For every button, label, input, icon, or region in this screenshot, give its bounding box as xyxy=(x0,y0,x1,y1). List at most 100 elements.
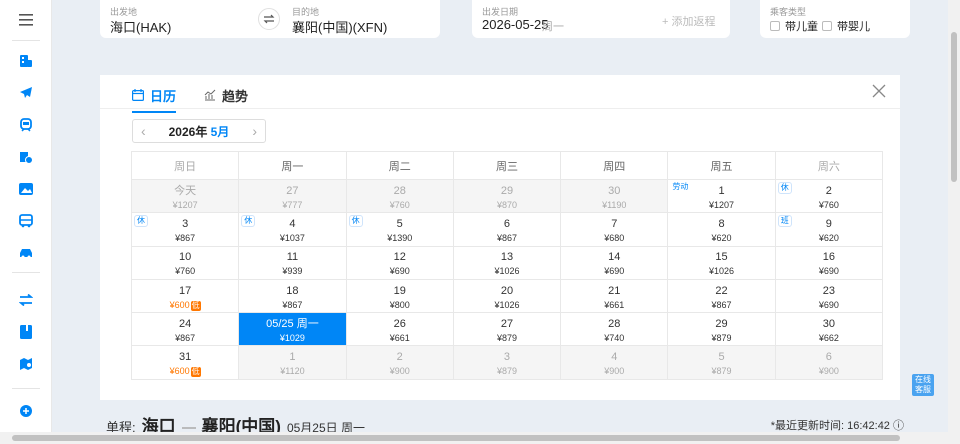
tab-calendar[interactable]: 日历 xyxy=(132,84,177,113)
hotel-icon[interactable] xyxy=(18,53,34,69)
weekday-sat: 周六 xyxy=(774,151,884,180)
vertical-scrollbar[interactable] xyxy=(948,0,960,444)
calendar-day-cell[interactable]: 26 ¥661 xyxy=(345,312,454,347)
day-price: ¥900 xyxy=(776,365,882,377)
calendar-day-cell[interactable]: 17 ¥600 低 xyxy=(130,278,240,314)
tab-trend[interactable]: 趋势 xyxy=(204,84,248,106)
last-update: *最近更新时间: 16:42:42 ⓘ xyxy=(771,417,904,433)
calendar-day-cell[interactable]: 27 ¥879 xyxy=(452,312,562,347)
car-icon[interactable] xyxy=(18,245,34,261)
swap-icon[interactable] xyxy=(258,8,280,30)
date-card[interactable]: 出发日期 2026-05-25 周一 + 添加返程 xyxy=(472,0,730,38)
calendar-day-cell[interactable]: 20 ¥1026 xyxy=(452,278,562,314)
holiday-badge: 休 xyxy=(134,215,148,228)
price-value: ¥662 xyxy=(818,332,839,343)
day-number: 05/25 周一 xyxy=(266,317,319,330)
route-card[interactable]: 出发地 海口(HAK) 目的地 襄阳(中国)(XFN) xyxy=(100,0,440,38)
scrollbar-thumb[interactable] xyxy=(12,435,900,441)
customer-service-button[interactable]: 在线客服 xyxy=(912,374,934,396)
close-icon[interactable] xyxy=(870,82,888,100)
calendar-day-cell[interactable]: 11 ¥939 xyxy=(238,245,347,280)
transfer-icon[interactable] xyxy=(18,292,34,308)
calendar-day-cell[interactable]: 6 ¥900 xyxy=(774,345,884,380)
calendar-day-cell[interactable]: 5 ¥879 xyxy=(667,345,776,380)
calendar-day-cell[interactable]: 18 ¥867 xyxy=(238,278,347,314)
weekday-wed: 周三 xyxy=(452,151,562,180)
calendar-day-cell[interactable]: 22 ¥867 xyxy=(667,278,776,314)
calendar-day-cell[interactable]: 30 ¥662 xyxy=(774,312,884,347)
train-icon[interactable] xyxy=(18,117,34,133)
calendar-day-cell[interactable]: 10 ¥760 xyxy=(130,245,240,280)
menu-icon[interactable] xyxy=(18,12,34,28)
photo-icon[interactable] xyxy=(18,181,34,197)
flight-icon[interactable] xyxy=(18,85,34,101)
calendar-day-cell[interactable]: 7 ¥680 xyxy=(560,212,669,247)
calendar-day-cell[interactable]: 休 2 ¥760 xyxy=(774,178,884,214)
prev-month-icon[interactable]: ‹ xyxy=(141,123,146,139)
calendar-day-cell[interactable]: 21 ¥661 xyxy=(560,278,669,314)
child-checkbox[interactable]: 带儿童 xyxy=(770,18,818,34)
calendar-day-cell[interactable]: 今天 ¥1207 xyxy=(130,178,240,214)
next-month-icon[interactable]: › xyxy=(252,123,257,139)
calendar-day-cell[interactable]: 30 ¥1190 xyxy=(560,178,669,214)
calendar-day-cell[interactable]: 28 ¥760 xyxy=(345,178,454,214)
calendar-day-cell[interactable]: 12 ¥690 xyxy=(345,245,454,280)
weekday-sun: 周日 xyxy=(130,151,240,180)
price-value: ¥740 xyxy=(604,332,625,343)
guide-icon[interactable] xyxy=(18,324,34,340)
scrollbar-thumb[interactable] xyxy=(951,32,957,182)
calendar-day-cell[interactable]: 6 ¥867 xyxy=(452,212,562,247)
price-value: ¥1207 xyxy=(172,199,198,210)
horizontal-scrollbar[interactable] xyxy=(0,432,948,444)
calendar-day-cell[interactable]: 班 9 ¥620 xyxy=(774,212,884,247)
calendar-day-cell[interactable]: 29 ¥879 xyxy=(667,312,776,347)
calendar-day-cell[interactable]: 24 ¥867 xyxy=(130,312,240,347)
to-field[interactable]: 襄阳(中国)(XFN) xyxy=(292,17,387,36)
ticket-icon[interactable] xyxy=(18,149,34,165)
calendar-week-row: 24 ¥867 05/25 周一 ¥1029 26 ¥661 27 ¥879 28 ¥740 29 ¥… xyxy=(130,312,884,347)
calendar-day-cell[interactable]: 13 ¥1026 xyxy=(452,245,562,280)
calendar-day-cell[interactable]: 16 ¥690 xyxy=(774,245,884,280)
calendar-day-cell[interactable]: 28 ¥740 xyxy=(560,312,669,347)
add-return-button[interactable]: + 添加返程 xyxy=(662,13,715,29)
calendar-day-cell[interactable]: 23 ¥690 xyxy=(774,278,884,314)
calendar-day-cell[interactable]: 27 ¥777 xyxy=(238,178,347,214)
calendar-day-cell[interactable]: 休 3 ¥867 xyxy=(130,212,240,247)
calendar-day-cell[interactable]: 1 ¥1120 xyxy=(238,345,347,380)
price-value: ¥661 xyxy=(389,332,410,343)
calendar-day-cell[interactable]: 休 5 ¥1390 xyxy=(345,212,454,247)
price-value: ¥867 xyxy=(175,332,196,343)
calendar-day-cell[interactable]: 31 ¥600 低 xyxy=(130,345,240,380)
calendar-day-cell[interactable]: 19 ¥800 xyxy=(345,278,454,314)
departure-date-field[interactable]: 2026-05-25 xyxy=(482,17,549,32)
price-value: ¥661 xyxy=(604,299,625,310)
day-number: 29 xyxy=(715,317,728,330)
calendar-day-cell[interactable]: 4 ¥900 xyxy=(560,345,669,380)
calendar-day-cell[interactable]: 休 4 ¥1037 xyxy=(238,212,347,247)
day-price: ¥662 xyxy=(776,332,882,344)
calendar-day-cell[interactable]: 05/25 周一 ¥1029 xyxy=(238,312,347,347)
route-arrow-icon xyxy=(181,427,196,429)
calendar-day-cell[interactable]: 14 ¥690 xyxy=(560,245,669,280)
info-icon[interactable]: ⓘ xyxy=(893,420,904,432)
calendar-day-cell[interactable]: 3 ¥879 xyxy=(452,345,562,380)
day-price: ¥740 xyxy=(561,332,667,344)
bus-icon[interactable] xyxy=(18,213,34,229)
calendar-day-cell[interactable]: 劳动 1 ¥1207 xyxy=(667,178,776,214)
calendar-day-cell[interactable]: 15 ¥1026 xyxy=(667,245,776,280)
day-price: ¥879 xyxy=(668,365,774,377)
day-number: 15 xyxy=(715,251,728,264)
from-field[interactable]: 海口(HAK) xyxy=(110,17,171,36)
calendar-day-cell[interactable]: 29 ¥870 xyxy=(452,178,562,214)
day-price: ¥760 xyxy=(132,265,238,277)
calendar-day-cell[interactable]: 2 ¥900 xyxy=(345,345,454,380)
price-value: ¥680 xyxy=(604,232,625,243)
day-price: ¥777 xyxy=(239,199,345,211)
infant-checkbox[interactable]: 带婴儿 xyxy=(822,18,870,34)
gift-icon[interactable] xyxy=(18,403,34,419)
price-value: ¥760 xyxy=(818,199,839,210)
calendar-day-cell[interactable]: 8 ¥620 xyxy=(667,212,776,247)
day-price: ¥800 xyxy=(347,299,453,311)
map-icon[interactable] xyxy=(18,356,34,372)
day-number: 27 xyxy=(500,317,514,330)
